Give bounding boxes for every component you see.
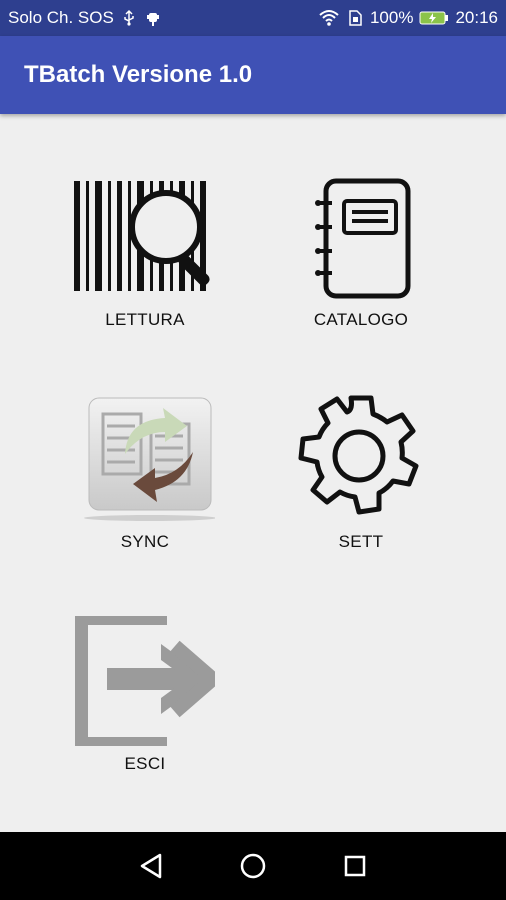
android-debug-icon — [146, 13, 159, 26]
home-button[interactable] — [233, 846, 273, 886]
lettura-label: LETTURA — [105, 310, 185, 329]
recents-button[interactable] — [335, 846, 375, 886]
notebook-icon — [286, 172, 436, 302]
sim-icon — [349, 10, 362, 26]
sett-label: SETT — [338, 532, 384, 551]
lettura-button[interactable]: LETTURA — [70, 172, 220, 330]
navigation-bar — [0, 832, 506, 900]
esci-button[interactable]: ESCI — [70, 616, 220, 774]
sett-button[interactable]: SETT — [286, 394, 436, 552]
battery-icon — [419, 11, 449, 25]
sync-button[interactable]: SYNC — [70, 394, 220, 552]
sync-label: SYNC — [120, 532, 170, 551]
back-icon — [140, 853, 162, 879]
recents-icon — [344, 855, 366, 877]
carrier-label: Solo Ch. SOS — [8, 8, 114, 27]
back-button[interactable] — [131, 846, 171, 886]
catalogo-button[interactable]: CATALOGO — [286, 172, 436, 330]
gear-icon — [286, 394, 436, 524]
clock: 20:16 — [455, 8, 498, 27]
status-bar: Solo Ch. SOS 100% 20:16 — [0, 0, 506, 36]
home-icon — [240, 853, 266, 879]
battery-percent: 100% — [369, 8, 414, 27]
catalogo-label: CATALOGO — [313, 310, 409, 329]
usb-icon — [124, 9, 134, 26]
wifi-icon — [319, 10, 339, 26]
app-bar: TBatch Versione 1.0 — [0, 36, 506, 114]
exit-icon — [70, 616, 220, 746]
app-title: TBatch Versione 1.0 — [24, 61, 253, 88]
barcode-search-icon — [70, 172, 220, 302]
esci-label: ESCI — [124, 754, 166, 773]
sync-icon — [70, 394, 220, 524]
